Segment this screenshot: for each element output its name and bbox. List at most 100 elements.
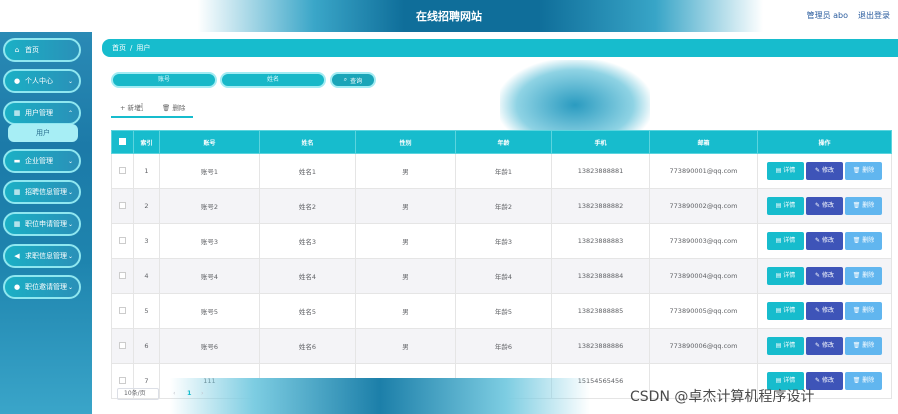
cell-email: 773890001@qq.com <box>649 153 758 189</box>
cell-phone: 13823888883 <box>551 223 650 259</box>
detail-button[interactable]: ▤ 详情 <box>767 337 804 355</box>
select-all-checkbox[interactable] <box>119 137 126 145</box>
pencil-icon: ✎ <box>815 202 822 209</box>
trash-icon: 🗑 <box>852 377 863 384</box>
cell-age: 年龄2 <box>455 188 552 224</box>
edit-button[interactable]: ✎ 修改 <box>806 232 843 250</box>
sidebar-item-job-invitations[interactable]: ● 职位邀请管理 ⌄ <box>3 275 81 299</box>
cell-account: 账号6 <box>159 328 260 364</box>
pencil-icon: ✎ <box>815 342 822 349</box>
detail-button[interactable]: ▤ 详情 <box>767 267 804 285</box>
sidebar-item-user-management[interactable]: ▦ 用户管理 ⌃ <box>3 101 81 125</box>
sidebar-item-job-applications[interactable]: ▦ 职位申请管理 ⌄ <box>3 212 81 236</box>
cell-gender: 男 <box>355 153 456 189</box>
detail-button[interactable]: ▤ 详情 <box>767 162 804 180</box>
megaphone-icon: ◀ <box>14 252 20 260</box>
edit-button-label: 修改 <box>821 377 834 384</box>
cell-operation: ▤ 详情 ✎ 修改 🗑 删除 <box>757 188 892 224</box>
row-select-cell[interactable] <box>111 258 134 294</box>
chevron-down-icon: ⌄ <box>67 253 73 260</box>
row-checkbox[interactable] <box>119 201 126 209</box>
header-phone: 手机 <box>551 130 650 154</box>
edit-button[interactable]: ✎ 修改 <box>806 197 843 215</box>
select-all-header[interactable] <box>111 130 134 154</box>
cell-operation: ▤ 详情 ✎ 修改 🗑 删除 <box>757 328 892 364</box>
edit-button-label: 修改 <box>821 307 834 314</box>
row-checkbox[interactable] <box>119 341 126 349</box>
delete-button[interactable]: 🗑 删除 <box>845 302 882 320</box>
edit-button[interactable]: ✎ 修改 <box>806 267 843 285</box>
chevron-down-icon: ⌄ <box>67 284 73 291</box>
grid-icon: ▦ <box>13 188 21 196</box>
edit-button[interactable]: ✎ 修改 <box>806 162 843 180</box>
row-checkbox[interactable] <box>119 306 126 314</box>
delete-button[interactable]: 🗑 删除 <box>845 372 882 390</box>
row-checkbox[interactable] <box>119 376 126 384</box>
table-row: 5 账号5 姓名5 男年龄5 13823888885 773890005@qq.com ▤ … <box>111 293 892 329</box>
cell-account: 账号3 <box>159 223 260 259</box>
next-page-icon[interactable]: › <box>201 389 204 397</box>
cell-gender: 男 <box>355 258 456 294</box>
monitor-icon: ▬ <box>13 157 21 165</box>
cell-email: 773890006@qq.com <box>649 328 758 364</box>
delete-button[interactable]: 🗑 删除 <box>845 162 882 180</box>
row-checkbox[interactable] <box>119 236 126 244</box>
logout-link[interactable]: 退出登录 <box>858 10 890 21</box>
account-search-input[interactable]: 账号 <box>111 72 217 88</box>
cell-operation: ▤ 详情 ✎ 修改 🗑 删除 <box>757 258 892 294</box>
row-select-cell[interactable] <box>111 293 134 329</box>
sidebar-item-recruitment-info[interactable]: ▦ 招聘信息管理 ⌄ <box>3 180 81 204</box>
header-age: 年龄 <box>455 130 552 154</box>
page-size-select[interactable]: 10条/页 <box>117 388 159 400</box>
detail-button-label: 详情 <box>783 167 796 174</box>
sidebar-item-home[interactable]: ⌂ 首页 <box>3 38 81 62</box>
cell-name: 姓名4 <box>259 258 356 294</box>
cell-gender: 男 <box>355 328 456 364</box>
breadcrumb-home[interactable]: 首页 <box>112 43 126 53</box>
search-button[interactable]: ⌕ 查询 <box>330 72 376 88</box>
cell-index: 2 <box>133 188 160 224</box>
submenu-item-users[interactable]: 用户 <box>8 124 78 142</box>
delete-button[interactable]: 🗑 删除 <box>845 267 882 285</box>
sidebar-item-label: 求职信息管理 <box>25 252 67 260</box>
row-select-cell[interactable] <box>111 188 134 224</box>
detail-button[interactable]: ▤ 详情 <box>767 197 804 215</box>
delete-button[interactable]: 🗑 删除 <box>845 232 882 250</box>
sidebar-item-job-seeking-info[interactable]: ◀ 求职信息管理 ⌄ <box>3 244 81 268</box>
row-checkbox[interactable] <box>119 166 126 174</box>
detail-button-label: 详情 <box>783 237 796 244</box>
search-icon: ⌕ <box>343 76 348 83</box>
prev-page-icon[interactable]: ‹ <box>173 389 176 397</box>
cell-index: 6 <box>133 328 160 364</box>
trash-icon: 🗑 <box>852 167 863 174</box>
name-search-input[interactable]: 姓名 <box>220 72 326 88</box>
trash-icon: 🗑 <box>162 104 171 112</box>
edit-button[interactable]: ✎ 修改 <box>806 337 843 355</box>
edit-button-label: 修改 <box>821 237 834 244</box>
row-select-cell[interactable] <box>111 223 134 259</box>
admin-user-label: 管理员 abo <box>806 11 848 20</box>
cell-age: 年龄1 <box>455 153 552 189</box>
sidebar-item-label: 首页 <box>25 46 39 54</box>
delete-button[interactable]: 🗑 删除 <box>845 337 882 355</box>
breadcrumb: 首页 / 用户 <box>102 39 898 57</box>
trash-icon: 🗑 <box>852 307 863 314</box>
sidebar-item-personal-center[interactable]: ● 个人中心 ⌄ <box>3 69 81 93</box>
edit-button[interactable]: ✎ 修改 <box>806 302 843 320</box>
row-select-cell[interactable] <box>111 328 134 364</box>
delete-button-label: 删除 <box>862 272 875 279</box>
delete-button[interactable]: 🗑 删除 <box>845 197 882 215</box>
cell-age: 年龄4 <box>455 258 552 294</box>
sidebar-item-company-management[interactable]: ▬ 企业管理 ⌄ <box>3 149 81 173</box>
detail-button[interactable]: ▤ 详情 <box>767 302 804 320</box>
cell-gender: 男 <box>355 223 456 259</box>
detail-button[interactable]: ▤ 详情 <box>767 232 804 250</box>
cell-phone: 13823888881 <box>551 153 650 189</box>
row-checkbox[interactable] <box>119 271 126 279</box>
bulk-delete-button[interactable]: 🗑 删除 <box>162 102 185 112</box>
cell-index: 1 <box>133 153 160 189</box>
header-email: 邮箱 <box>649 130 758 154</box>
current-page[interactable]: 1 <box>187 389 192 397</box>
cell-name: 姓名6 <box>259 328 356 364</box>
row-select-cell[interactable] <box>111 153 134 189</box>
